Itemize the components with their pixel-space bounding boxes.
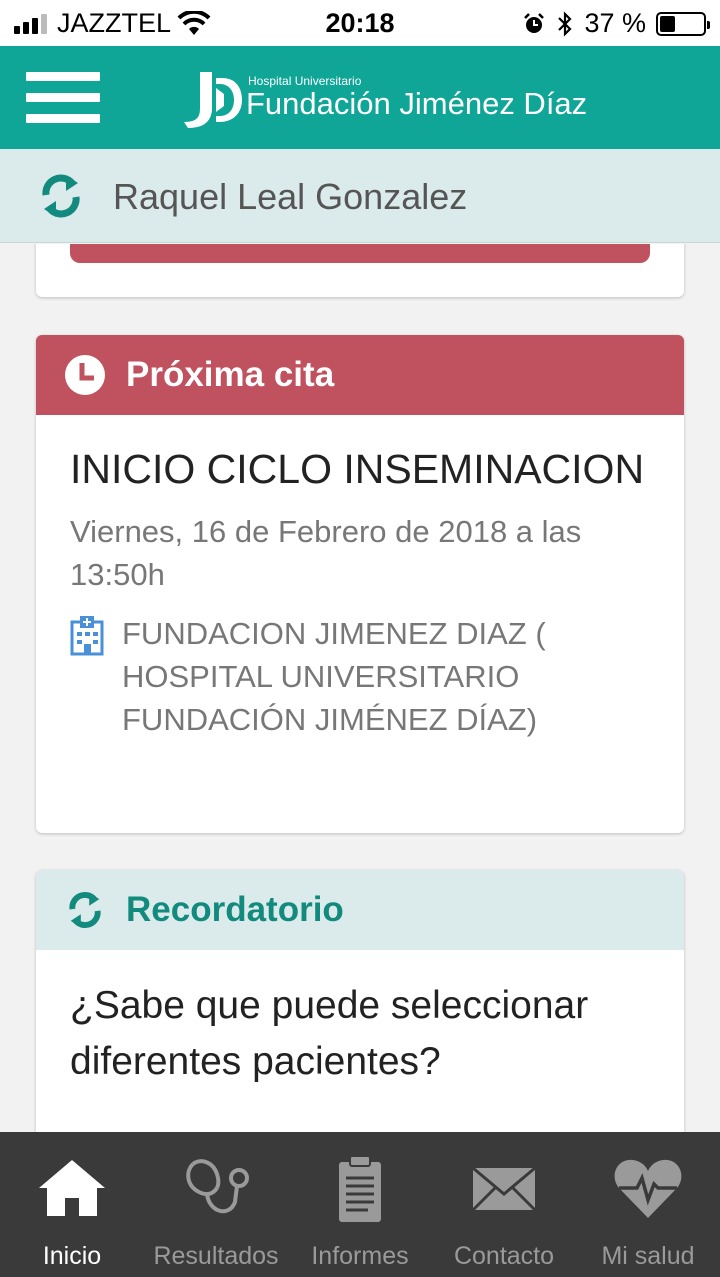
nav-label: Inicio	[42, 1242, 102, 1270]
alarm-icon	[524, 12, 545, 33]
nav-label: Contacto	[453, 1242, 555, 1270]
clock-icon	[65, 355, 105, 395]
nav-item-mi-salud[interactable]: Mi salud	[576, 1132, 720, 1277]
nav-item-contacto[interactable]: Contacto	[432, 1132, 576, 1277]
hospital-icon	[70, 616, 104, 656]
patient-name: Raquel Leal Gonzalez	[113, 176, 468, 217]
logo-title: Fundación Jiménez Díaz	[246, 86, 588, 121]
reminder-card[interactable]: Recordatorio ¿Sabe que puede seleccionar…	[36, 870, 684, 1132]
dashboard-content[interactable]: Próxima cita INICIO CICLO INSEMINACION V…	[0, 244, 720, 1132]
next-appointment-card[interactable]: Próxima cita INICIO CICLO INSEMINACION V…	[36, 335, 684, 833]
battery-percent: 37 %	[584, 8, 646, 38]
previous-card	[36, 244, 684, 297]
nav-label: Informes	[311, 1242, 409, 1270]
reminder-title: Recordatorio	[126, 890, 344, 929]
nav-item-resultados[interactable]: Resultados	[144, 1132, 288, 1277]
next-appointment-header: Próxima cita	[36, 335, 684, 415]
appointment-location: FUNDACION JIMENEZ DIAZ ( HOSPITAL UNIVER…	[70, 612, 650, 741]
battery-icon	[656, 11, 710, 36]
heart-pulse-icon	[614, 1159, 682, 1218]
reminder-text: ¿Sabe que puede seleccionar diferentes p…	[70, 984, 589, 1083]
bottom-nav: Inicio Resultados Informes Contacto Mi s…	[0, 1132, 720, 1277]
stethoscope-icon	[186, 1159, 249, 1214]
nav-item-informes[interactable]: Informes	[288, 1132, 432, 1277]
clipboard-icon	[339, 1155, 381, 1222]
previous-card-button[interactable]	[70, 244, 650, 263]
status-bar: JAZZTEL 20:18 37 %	[0, 0, 720, 46]
location-text: FUNDACION JIMENEZ DIAZ ( HOSPITAL UNIVER…	[122, 616, 546, 737]
sync-icon[interactable]	[36, 171, 86, 221]
nav-item-inicio[interactable]: Inicio	[0, 1132, 144, 1277]
app-header: Hospital Universitario Fundación Jiménez…	[0, 46, 720, 149]
logo-mark-icon	[184, 72, 242, 128]
bluetooth-icon	[558, 10, 573, 37]
envelope-icon	[471, 1166, 537, 1212]
nav-label: Resultados	[153, 1242, 279, 1270]
patient-selector[interactable]: Raquel Leal Gonzalez	[0, 149, 720, 243]
hospital-logo: Hospital Universitario Fundación Jiménez…	[178, 64, 587, 132]
appointment-date: Viernes, 16 de Febrero de 2018 a las 13:…	[70, 514, 582, 592]
home-icon	[39, 1160, 105, 1216]
sync-icon	[69, 892, 101, 928]
hamburger-icon[interactable]	[26, 72, 100, 126]
next-appointment-title: Próxima cita	[126, 355, 335, 394]
appointment-name: INICIO CICLO INSEMINACION	[70, 446, 645, 492]
reminder-header: Recordatorio	[36, 870, 684, 950]
nav-label: Mi salud	[601, 1242, 695, 1270]
